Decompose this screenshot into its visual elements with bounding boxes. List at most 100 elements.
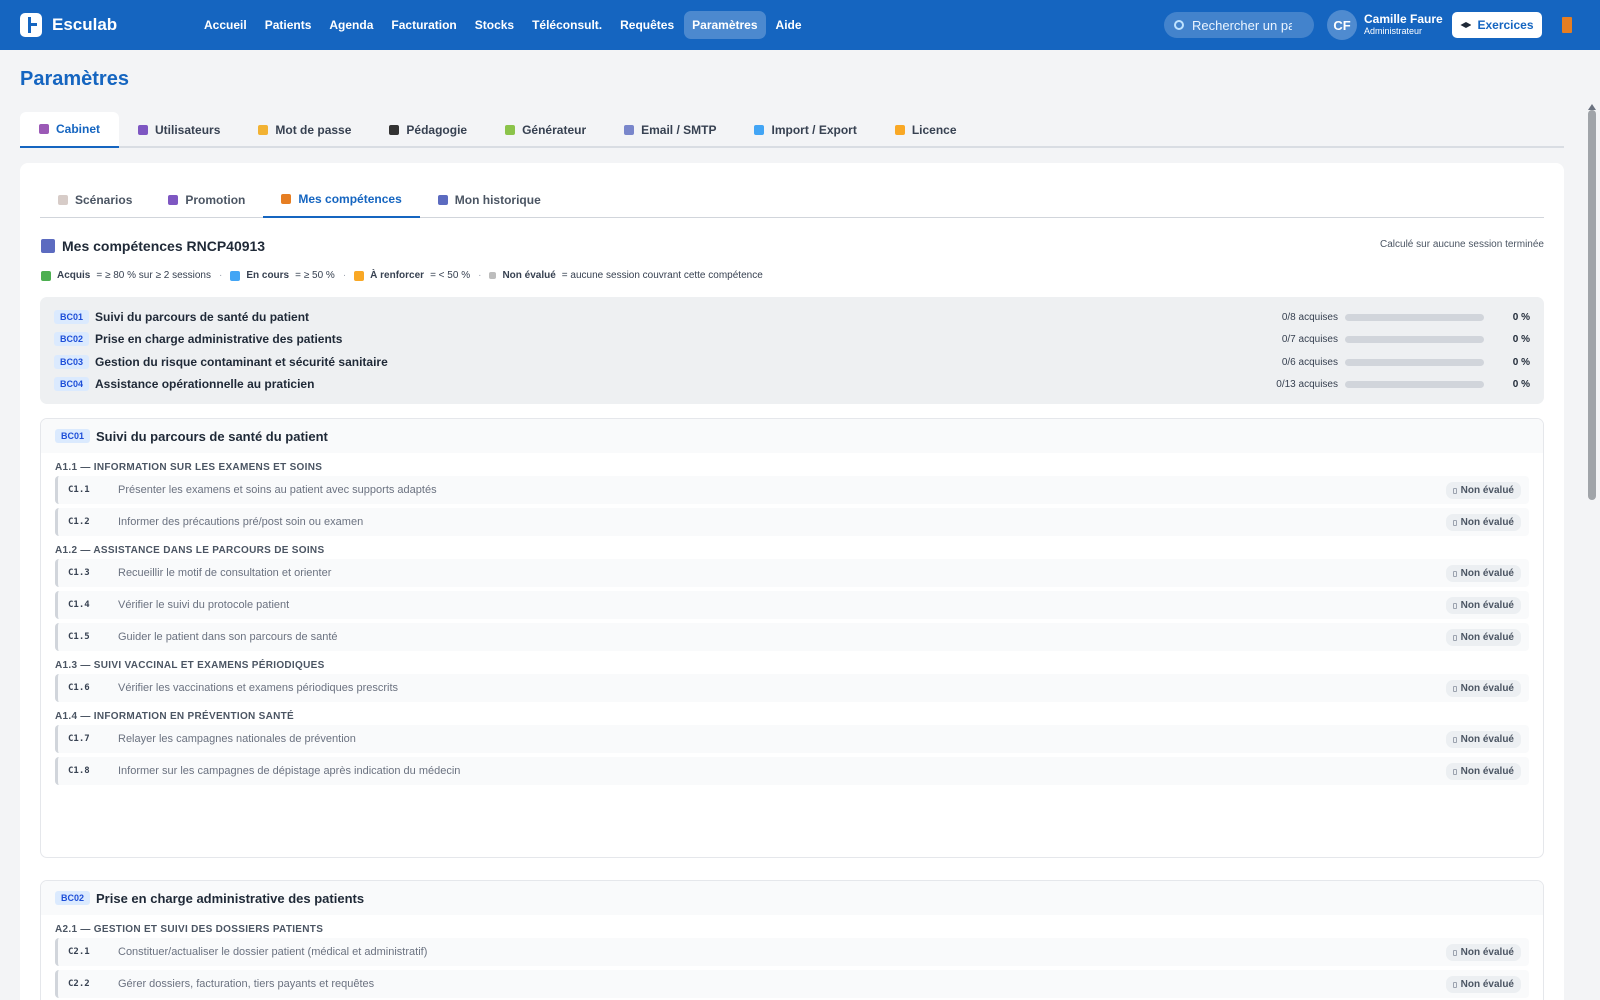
competence-block-bc01: BC01 Suivi du parcours de santé du patien…	[40, 418, 1544, 858]
tab-scenarios[interactable]: Scénarios	[40, 181, 150, 218]
status-label: Non évalué	[1460, 568, 1514, 579]
competence-item[interactable]: C1.4 Vérifier le suivi du protocole patie…	[55, 591, 1529, 619]
progress-percent: 0 %	[1512, 356, 1530, 368]
exercises-button[interactable]: Exercices	[1452, 12, 1542, 38]
search-input[interactable]	[1192, 17, 1292, 33]
calculation-note: Calculé sur aucune session terminée	[1380, 239, 1544, 250]
acquired-count: 0/8 acquises	[1281, 311, 1338, 323]
nav-facturation[interactable]: Facturation	[383, 11, 464, 39]
status-label: Non évalué	[1460, 517, 1514, 528]
competence-item[interactable]: C1.8 Informer sur les campagnes de dépist…	[55, 757, 1529, 785]
nav-teleconsultation[interactable]: Téléconsult.	[524, 11, 610, 39]
tab-label: Mon historique	[454, 192, 541, 207]
tab-label: Utilisateurs	[155, 123, 221, 137]
block-code: BC03	[54, 355, 90, 369]
nav-accueil[interactable]: Accueil	[196, 11, 255, 39]
tab-cabinet[interactable]: Cabinet	[20, 112, 120, 148]
tab-mot-de-passe[interactable]: Mot de passe	[239, 112, 370, 148]
status-badge: Non évalué	[1445, 565, 1521, 582]
user-info[interactable]: Camille Faure Administrateur	[1364, 13, 1443, 37]
nav-parametres[interactable]: Paramètres	[684, 11, 766, 39]
nav-patients[interactable]: Patients	[257, 11, 320, 39]
tab-email-smtp[interactable]: Email / SMTP	[605, 112, 735, 148]
status-label: Non évalué	[1460, 600, 1514, 611]
chart-icon	[437, 194, 448, 205]
user-avatar[interactable]: CF	[1327, 10, 1357, 40]
hourglass-icon	[1452, 634, 1457, 641]
app-name: Esculab	[52, 15, 118, 34]
progress-bar	[1345, 336, 1484, 343]
tab-pedagogie[interactable]: Pédagogie	[370, 112, 486, 148]
scrollbar-thumb[interactable]	[1588, 110, 1596, 500]
summary-row-bc02[interactable]: BC02 Prise en charge administrative des p…	[54, 330, 1530, 348]
tab-mes-competences[interactable]: Mes compétences	[263, 181, 420, 218]
competence-label: Gérer dossiers, facturation, tiers payan…	[118, 978, 375, 990]
progress-percent: 0 %	[1512, 333, 1530, 345]
competence-code: C1.5	[68, 632, 90, 642]
logout-icon[interactable]	[1562, 17, 1572, 33]
logo-icon	[20, 13, 42, 37]
clipboard-icon	[58, 194, 68, 205]
top-navigation-bar: Esculab Accueil Patients Agenda Facturat…	[0, 0, 1600, 50]
tab-promotion[interactable]: Promotion	[150, 181, 263, 218]
vertical-scrollbar[interactable]	[1584, 50, 1600, 1000]
tab-label: Import / Export	[771, 123, 857, 137]
nav-stocks[interactable]: Stocks	[467, 11, 522, 39]
competence-item[interactable]: C2.2 Gérer dossiers, facturation, tiers p…	[55, 970, 1529, 998]
tab-mon-historique[interactable]: Mon historique	[420, 181, 559, 218]
competence-item[interactable]: C1.3 Recueillir le motif de consultation …	[55, 559, 1529, 587]
progress-bar	[1345, 314, 1484, 321]
check-icon	[41, 270, 51, 281]
main-navigation: Accueil Patients Agenda Facturation Stoc…	[196, 11, 810, 39]
competence-item[interactable]: C1.2 Informer des précautions pré/post so…	[55, 508, 1529, 536]
block-title: Suivi du parcours de santé du patient	[96, 428, 328, 444]
status-badge: Non évalué	[1445, 944, 1521, 961]
summary-label: Prise en charge administrative des patie…	[95, 332, 343, 346]
competence-code: C2.2	[68, 979, 90, 989]
activity-group-heading: A2.1 — Gestion et suivi des dossiers pat…	[55, 924, 324, 935]
competence-item[interactable]: C1.7 Relayer les campagnes nationales de …	[55, 725, 1529, 753]
summary-row-bc03[interactable]: BC03 Gestion du risque contaminant et séc…	[54, 353, 1530, 371]
competence-item[interactable]: C1.6 Vérifier les vaccinations et examens…	[55, 674, 1529, 702]
competence-label: Constituer/actualiser le dossier patient…	[118, 946, 428, 958]
block-title: Prise en charge administrative des patie…	[96, 890, 365, 906]
legend-reinforce-rule: = < 50 %	[430, 270, 471, 281]
status-badge: Non évalué	[1445, 763, 1521, 780]
hourglass-icon	[489, 272, 497, 279]
pedagogy-tabs: Scénarios Promotion Mes compétences Mon …	[40, 181, 1544, 218]
tab-licence[interactable]: Licence	[876, 112, 976, 148]
tab-label: Mot de passe	[275, 123, 352, 137]
competence-item[interactable]: C1.1 Présenter les examens et soins au pa…	[55, 476, 1529, 504]
acquired-count: 0/6 acquises	[1281, 356, 1338, 368]
tab-generateur[interactable]: Générateur	[486, 112, 605, 148]
page-title: Paramètres	[20, 68, 129, 90]
summary-row-bc01[interactable]: BC01 Suivi du parcours de santé du patien…	[54, 308, 1530, 326]
competence-code: C1.1	[68, 485, 90, 495]
status-label: Non évalué	[1460, 979, 1514, 990]
competence-item[interactable]: C2.1 Constituer/actualiser le dossier pat…	[55, 938, 1529, 966]
app-logo[interactable]: Esculab	[20, 13, 196, 37]
competence-code: C1.8	[68, 766, 90, 776]
competence-label: Relayer les campagnes nationales de prév…	[118, 733, 356, 745]
activity-group-heading: A1.1 — Information sur les examens et so…	[55, 462, 323, 473]
summary-label: Gestion du risque contaminant et sécurit…	[95, 355, 388, 369]
status-badge: Non évalué	[1445, 629, 1521, 646]
activity-group-heading: A1.4 — Information en prévention santé	[55, 711, 295, 722]
chart-icon	[41, 239, 55, 253]
users-icon	[138, 125, 149, 135]
nav-requetes[interactable]: Requêtes	[612, 11, 682, 39]
competence-summary: BC01 Suivi du parcours de santé du patien…	[40, 297, 1544, 404]
competence-item[interactable]: C1.5 Guider le patient dans son parcours …	[55, 623, 1529, 651]
nav-aide[interactable]: Aide	[768, 11, 810, 39]
nav-agenda[interactable]: Agenda	[321, 11, 381, 39]
tab-label: Licence	[911, 123, 957, 137]
block-code: BC01	[55, 429, 91, 443]
block-code: BC01	[54, 310, 90, 324]
progress-bar	[1345, 381, 1484, 388]
tab-import-export[interactable]: Import / Export	[735, 112, 875, 148]
summary-row-bc04[interactable]: BC04 Assistance opérationnelle au pratici…	[54, 375, 1530, 393]
building-icon	[39, 124, 49, 134]
competence-code: C1.7	[68, 734, 90, 744]
search-box[interactable]	[1164, 12, 1314, 38]
tab-utilisateurs[interactable]: Utilisateurs	[119, 112, 239, 148]
